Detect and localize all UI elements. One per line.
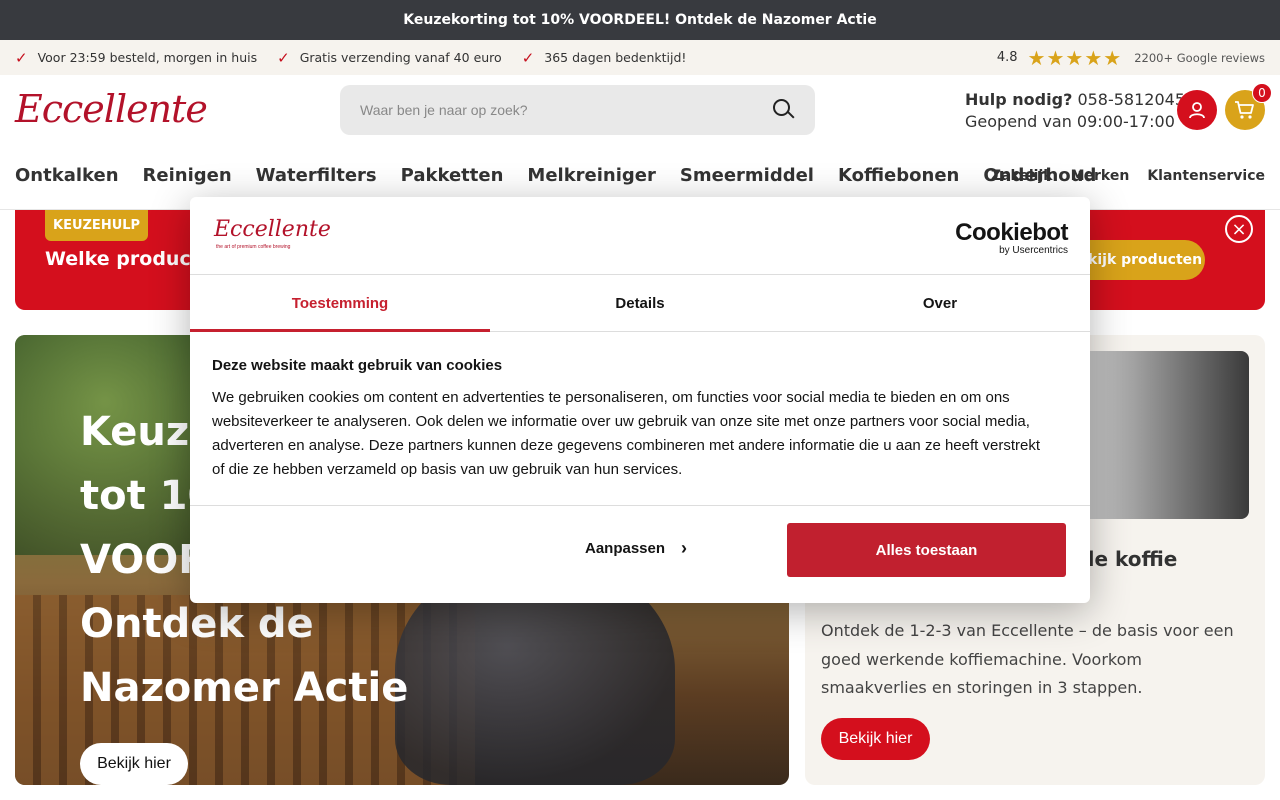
dialog-logo-tagline: the art of premium coffee brewing <box>216 244 291 250</box>
nav-item-reinigen[interactable]: Reinigen <box>143 165 232 186</box>
cookiebot-name: Cookiebot <box>955 219 1068 246</box>
user-icon <box>1189 102 1205 119</box>
tab-toestemming[interactable]: Toestemming <box>190 275 490 332</box>
usp-label: Gratis verzending vanaf 40 euro <box>299 50 502 65</box>
nav-item-melkreiniger[interactable]: Melkreiniger <box>527 165 655 186</box>
main-nav: Ontkalken Reinigen Waterfilters Pakkette… <box>15 165 1120 186</box>
tab-over[interactable]: Over <box>790 275 1090 331</box>
hero-title-line: Nazomer Actie <box>80 665 409 711</box>
dialog-logo: Eccellente <box>214 217 331 242</box>
check-icon: ✓ <box>15 48 28 67</box>
nav-item-klantenservice[interactable]: Klantenservice <box>1147 168 1265 184</box>
nav-item-smeermiddel[interactable]: Smeermiddel <box>680 165 814 186</box>
nav-item-merken[interactable]: Merken <box>1071 168 1130 184</box>
star-icon: ★ <box>1103 45 1122 70</box>
help-phone[interactable]: 058-5812045 <box>1077 90 1185 109</box>
search-icon[interactable] <box>773 99 795 121</box>
nav-item-pakketten[interactable]: Pakketten <box>401 165 504 186</box>
chevron-right-icon: › <box>681 538 688 558</box>
check-icon: ✓ <box>277 48 290 67</box>
usp-item: ✓ Gratis verzending vanaf 40 euro <box>277 49 502 67</box>
close-icon[interactable]: × <box>1225 215 1253 243</box>
allow-all-button[interactable]: Alles toestaan <box>787 523 1066 577</box>
secondary-nav: Zakelijk Merken Klantenservice <box>973 168 1265 184</box>
tab-details[interactable]: Details <box>490 275 790 331</box>
star-icon: ★ <box>1065 45 1084 70</box>
announcement-bar[interactable]: Keuzekorting tot 10% VOORDEEL! Ontdek de… <box>0 0 1280 40</box>
customize-button[interactable]: Aanpassen › <box>585 538 687 559</box>
customize-label: Aanpassen <box>585 540 666 557</box>
help-title: Hulp nodig? <box>965 90 1073 109</box>
nav-item-ontkalken[interactable]: Ontkalken <box>15 165 119 186</box>
nav-item-zakelijk[interactable]: Zakelijk <box>991 168 1053 184</box>
star-icon: ★ <box>1027 45 1046 70</box>
promo-cta-button[interactable]: Bekijk hier <box>821 718 930 760</box>
promo-text: Ontdek de 1-2-3 van Eccellente – de basi… <box>821 621 1234 697</box>
star-icon: ★ <box>1084 45 1103 70</box>
usp-label: Voor 23:59 besteld, morgen in huis <box>37 50 258 65</box>
usp-item: ✓ 365 dagen bedenktijd! <box>522 49 687 67</box>
announcement-text[interactable]: Keuzekorting tot 10% VOORDEEL! Ontdek de… <box>403 12 876 28</box>
cookie-body-text: We gebruiken cookies om content en adver… <box>212 389 1040 478</box>
usp-bar: ✓ Voor 23:59 besteld, morgen in huis ✓ G… <box>0 40 1280 75</box>
nav-item-koffiebonen[interactable]: Koffiebonen <box>838 165 959 186</box>
cart-icon <box>1235 101 1254 119</box>
review-stars: ★ ★ ★ ★ ★ <box>1028 48 1123 68</box>
divider <box>190 505 1090 506</box>
cookie-tabs: Toestemming Details Over <box>190 274 1090 332</box>
cookie-heading: Deze website maakt gebruik van cookies <box>212 357 503 374</box>
help-contact: Hulp nodig? 058-5812045 Geopend van 09:0… <box>965 89 1185 133</box>
check-icon: ✓ <box>521 48 535 67</box>
usp-label: 365 dagen bedenktijd! <box>544 50 687 65</box>
account-button[interactable] <box>1177 90 1217 130</box>
keuzehulp-tag: KEUZEHULP <box>45 210 149 241</box>
cart-count-badge: 0 <box>1252 83 1272 103</box>
site-header: Eccellente Hulp nodig? 058-5812045 Geope… <box>0 75 1280 210</box>
search-bar <box>340 85 815 135</box>
cookiebot-logo[interactable]: Cookiebot by Usercentrics <box>955 219 1068 256</box>
hero-cta-button[interactable]: Bekijk hier <box>80 743 188 785</box>
cookie-consent-dialog: Eccellente the art of premium coffee bre… <box>190 197 1090 603</box>
review-count: 2200+ Google reviews <box>1134 50 1265 65</box>
star-icon: ★ <box>1046 45 1065 70</box>
site-logo[interactable]: Eccellente <box>15 87 208 131</box>
review-score: 4.8 <box>996 50 1018 65</box>
usp-item: ✓ Voor 23:59 besteld, morgen in huis <box>15 49 257 67</box>
search-input[interactable] <box>360 102 773 118</box>
help-hours: Geopend van 09:00-17:00 <box>965 112 1175 131</box>
google-reviews[interactable]: 4.8 ★ ★ ★ ★ ★ 2200+ Google reviews <box>997 48 1265 68</box>
nav-item-waterfilters[interactable]: Waterfilters <box>256 165 377 186</box>
